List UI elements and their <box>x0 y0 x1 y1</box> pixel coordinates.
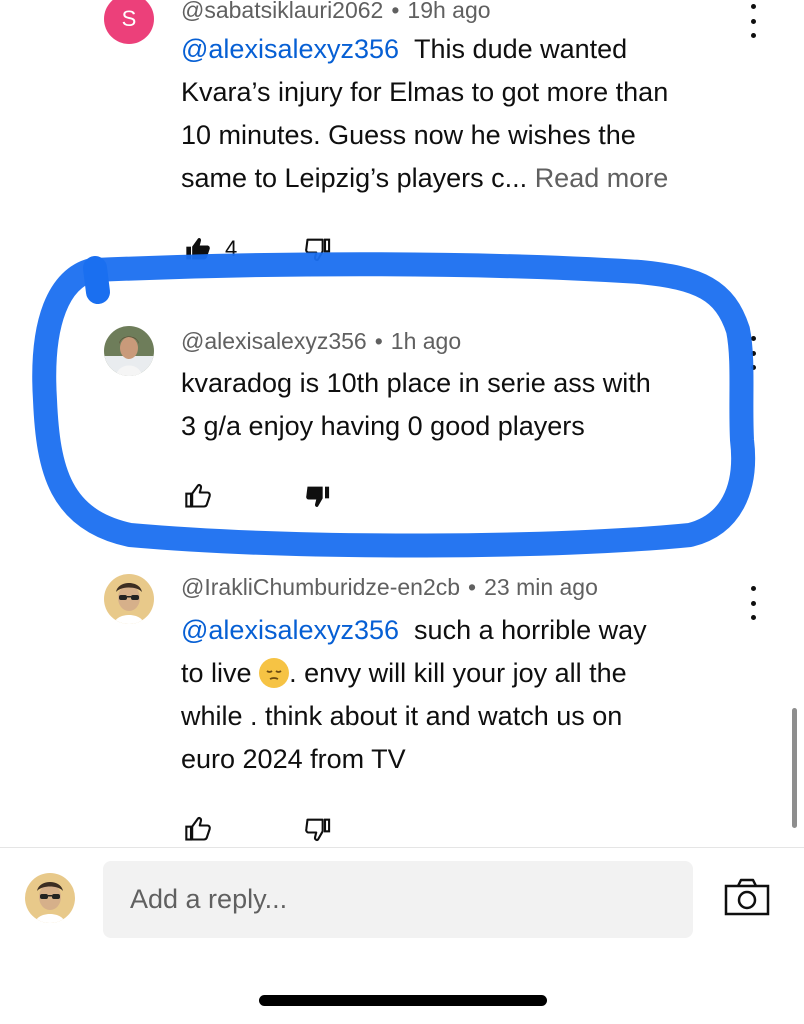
avatar-letter: S <box>121 6 137 31</box>
comment-text: @alexisalexyz356 such a horrible way to … <box>181 609 751 781</box>
comment-alexisalexyz: @alexisalexyz356 • 1h ago kvaradog is 10th… <box>0 320 804 520</box>
camera-icon <box>724 878 770 916</box>
like-button[interactable] <box>183 235 213 268</box>
reply-placeholder: Add a reply... <box>130 884 288 914</box>
comment-line: euro 2024 from TV <box>181 744 406 774</box>
comment-line: 10 minutes. Guess now he wishes the <box>181 120 636 150</box>
comment-text: @alexisalexyz356 This dude wanted Kvara’… <box>181 28 751 200</box>
more-vertical-icon <box>750 336 756 341</box>
divider <box>0 847 804 848</box>
separator-dot: • <box>391 0 400 23</box>
camera-button[interactable] <box>724 878 770 921</box>
separator-dot: • <box>468 574 477 600</box>
read-more-link[interactable]: Read more <box>535 163 669 193</box>
dislike-button[interactable] <box>303 815 333 848</box>
author-name[interactable]: @sabatsiklauri2062 <box>181 0 383 23</box>
home-indicator[interactable] <box>259 995 547 1006</box>
pensive-face-emoji <box>259 658 290 688</box>
thumb-up-icon <box>186 238 210 260</box>
mention-link[interactable]: @alexisalexyz356 <box>181 615 399 645</box>
comment-line: @alexisalexyz356 This dude wanted <box>181 34 628 64</box>
comment-line: Kvara’s injury for Elmas to got more tha… <box>181 77 669 107</box>
like-count: 4 <box>225 236 238 261</box>
like-button[interactable] <box>183 815 213 848</box>
comment-line: same to Leipzig’s players c... Read more <box>181 163 669 193</box>
timestamp: 23 min ago <box>484 574 598 600</box>
avatar[interactable] <box>104 326 154 376</box>
dislike-button[interactable] <box>303 235 333 268</box>
separator-dot: • <box>374 328 383 354</box>
author-name[interactable]: @alexisalexyz356 <box>181 328 367 354</box>
scrollbar[interactable] <box>792 708 797 828</box>
comment-line: while . think about it and watch us on <box>181 701 623 731</box>
thumb-down-icon <box>305 818 331 841</box>
comment-line: to live . envy will kill your joy all th… <box>181 658 627 688</box>
comment-line: @alexisalexyz356 such a horrible way <box>181 615 647 645</box>
comment-irakli: @IrakliChumburidze-en2cb • 23 min ago @ale… <box>0 570 804 841</box>
timestamp: 19h ago <box>407 0 491 23</box>
comment-meta: @IrakliChumburidze-en2cb • 23 min ago <box>181 574 598 601</box>
avatar-photo <box>104 326 154 376</box>
dislike-button[interactable] <box>303 482 333 515</box>
comment-text: kvaradog is 10th place in serie ass with… <box>181 362 751 448</box>
comment-meta: @alexisalexyz356 • 1h ago <box>181 328 461 355</box>
thumb-up-icon <box>185 484 211 508</box>
more-vertical-icon <box>750 4 756 9</box>
timestamp: 1h ago <box>390 328 462 354</box>
my-avatar[interactable] <box>25 873 75 923</box>
comment-line: 3 g/a enjoy having 0 good players <box>181 411 585 441</box>
reply-input[interactable]: Add a reply... <box>103 861 693 938</box>
author-name[interactable]: @IrakliChumburidze-en2cb <box>181 574 460 600</box>
avatar[interactable]: S <box>104 0 154 44</box>
more-vertical-icon <box>750 586 756 591</box>
avatar[interactable] <box>104 574 154 624</box>
mention-link[interactable]: @alexisalexyz356 <box>181 34 399 64</box>
avatar-photo <box>104 574 154 624</box>
like-button[interactable] <box>183 482 213 515</box>
thumb-down-icon <box>305 238 331 261</box>
comment-meta: @sabatsiklauri2062 • 19h ago <box>181 0 491 24</box>
comment-sabatsiklauri: S @sabatsiklauri2062 • 19h ago @alexisalex… <box>0 0 804 270</box>
comment-line: kvaradog is 10th place in serie ass with <box>181 368 651 398</box>
thumb-down-icon <box>306 486 330 507</box>
avatar-photo <box>25 873 75 923</box>
thumb-up-icon <box>185 817 211 841</box>
